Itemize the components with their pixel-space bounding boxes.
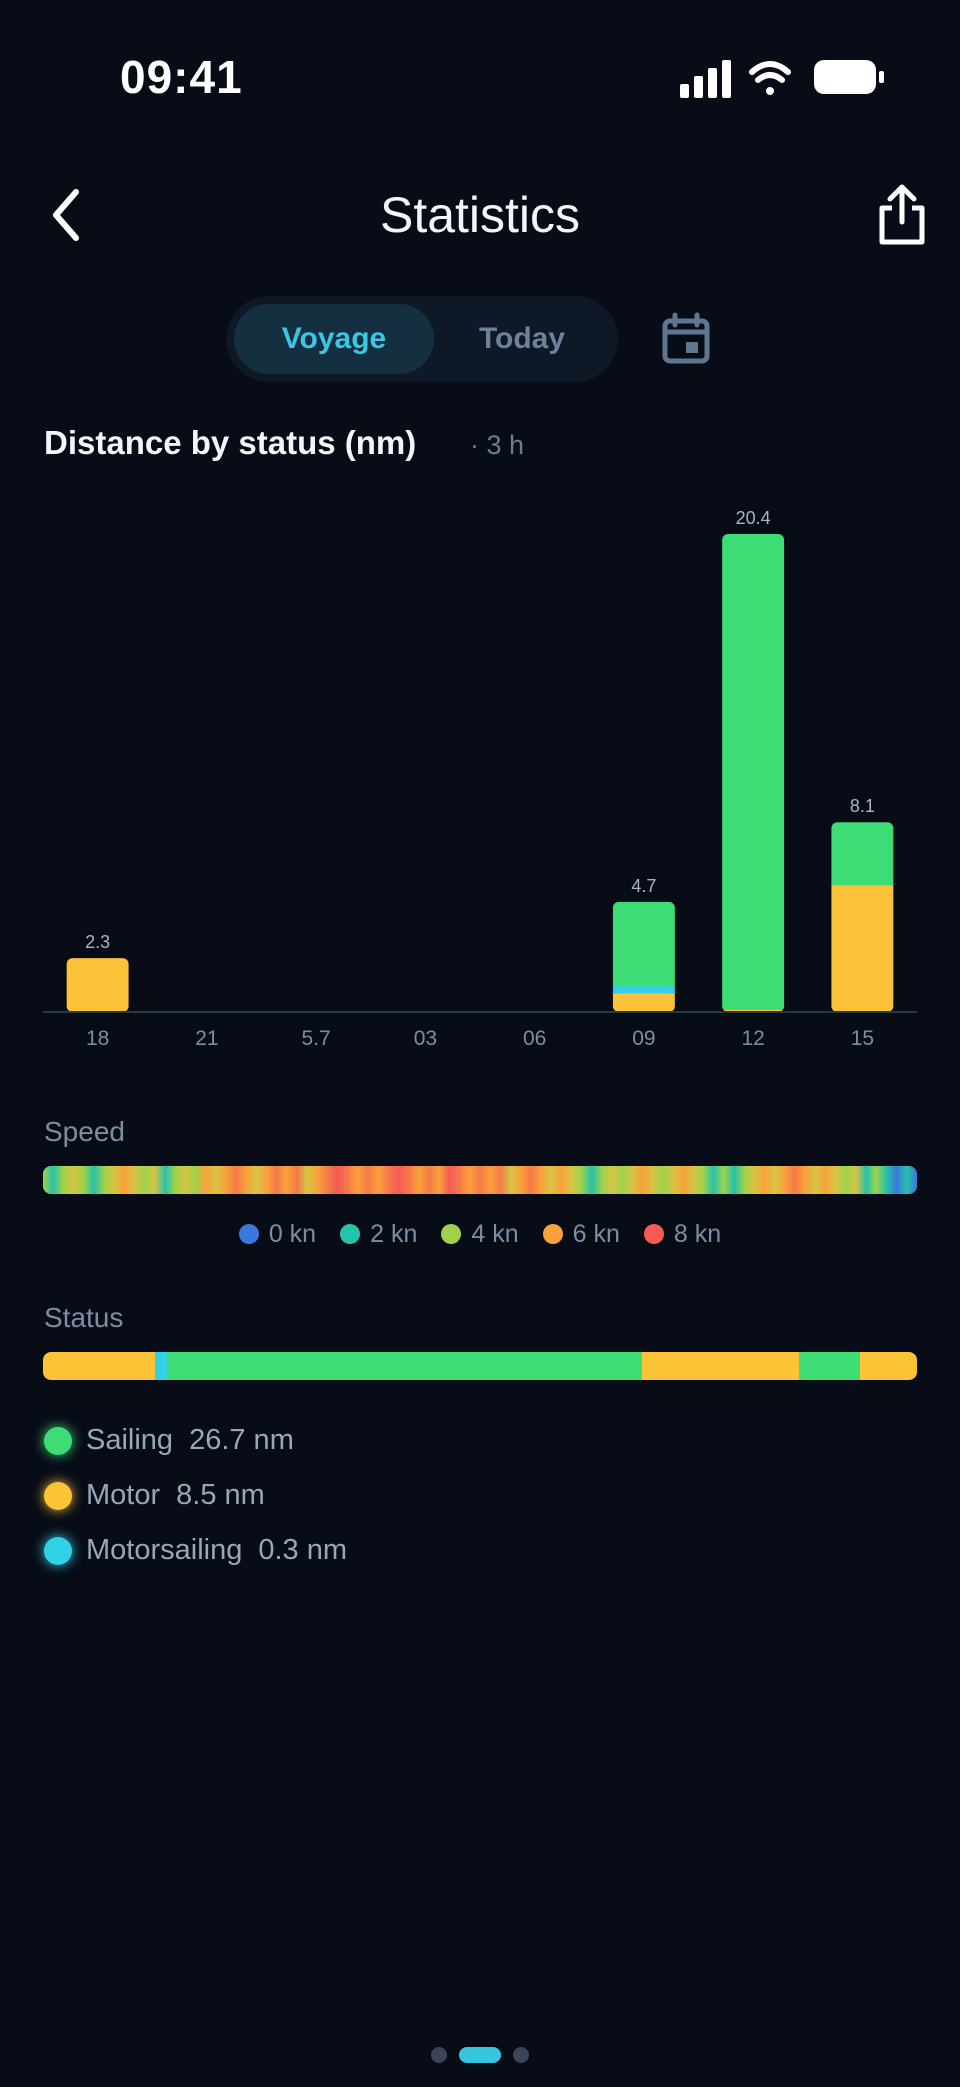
bar-segment-sailing-12 <box>722 534 785 1010</box>
speed-legend-label: 8 kn <box>673 1219 722 1248</box>
speed-legend: 0 kn 2 kn 4 kn 6 kn 8 kn <box>0 1214 960 1254</box>
tab-today[interactable]: Today <box>434 304 610 374</box>
status-name: Motor <box>86 1479 161 1511</box>
status-distance: 26.7 nm <box>189 1424 294 1456</box>
bar-segment-motor-15 <box>831 885 894 1012</box>
page-indicator <box>0 2046 960 2064</box>
status-dot <box>44 1426 72 1455</box>
x-tick-label: 09 <box>632 1027 655 1050</box>
speed-gradient-bar <box>43 1166 917 1194</box>
bar-segment-motorsailing-09 <box>612 986 675 994</box>
status-segment-sailing <box>798 1352 861 1380</box>
status-segment-motor <box>43 1352 155 1380</box>
status-section-label: Status <box>44 1302 124 1333</box>
x-tick-label: 15 <box>851 1027 874 1050</box>
speed-legend-label: 2 kn <box>370 1219 418 1248</box>
legend-dot <box>238 1224 259 1244</box>
status-segment-motor <box>641 1352 799 1380</box>
wifi-icon <box>749 61 791 95</box>
speed-legend-label: 0 kn <box>268 1219 317 1248</box>
x-tick-label: 21 <box>195 1027 218 1050</box>
x-tick-label: 5.7 <box>302 1027 331 1050</box>
status-dot <box>44 1481 72 1510</box>
status-segment-sailing <box>167 1352 642 1380</box>
calendar-button[interactable] <box>660 312 712 366</box>
x-tick-label: 18 <box>86 1027 109 1050</box>
page-dot[interactable] <box>459 2047 501 2063</box>
battery-icon <box>814 60 884 94</box>
speed-legend-item: 6 kn <box>542 1214 620 1254</box>
status-item-sailing: Sailing 26.7 nm <box>44 1424 294 1457</box>
legend-dot <box>542 1224 563 1244</box>
bar-value-label: 20.4 <box>736 508 771 528</box>
x-tick-label: 03 <box>414 1027 437 1050</box>
share-button[interactable] <box>872 182 932 250</box>
cellular-signal-icon <box>680 60 731 98</box>
bar-value-label: 2.3 <box>85 932 110 952</box>
legend-dot <box>441 1224 462 1244</box>
tab-voyage[interactable]: Voyage <box>234 304 434 374</box>
status-bar-icons <box>680 60 884 98</box>
share-icon <box>879 184 925 245</box>
status-item-motor: Motor 8.5 nm <box>44 1479 265 1512</box>
period-segmented-control: Voyage Today <box>226 296 618 382</box>
bar-segment-sailing-15 <box>831 822 894 886</box>
distance-bar-chart: 2.3 18 21 5.7 03 06 4.7 09 20.4 12 8.1 15 <box>43 508 917 1050</box>
speed-section-label: Speed <box>44 1116 125 1147</box>
speed-legend-item: 4 kn <box>441 1214 519 1254</box>
speed-legend-label: 6 kn <box>572 1219 620 1248</box>
status-distance: 8.5 nm <box>176 1479 265 1511</box>
bar-value-label: 4.7 <box>631 876 656 896</box>
status-bar-time: 09:41 <box>120 51 243 103</box>
chart-title: Distance by status (nm) <box>44 424 417 461</box>
bar-segment-motor-09 <box>612 993 675 1012</box>
status-name: Sailing <box>86 1424 174 1456</box>
status-segment-motor <box>860 1352 917 1380</box>
status-distance: 0.3 nm <box>258 1534 348 1566</box>
x-tick-label: 06 <box>523 1027 546 1050</box>
speed-legend-item: 2 kn <box>340 1214 417 1254</box>
legend-dot <box>340 1224 361 1244</box>
page-title: Statistics <box>379 187 581 243</box>
legend-dot <box>643 1224 664 1244</box>
page-dot[interactable] <box>431 2047 447 2063</box>
speed-legend-label: 4 kn <box>471 1219 519 1248</box>
status-name: Motorsailing <box>86 1534 243 1566</box>
speed-legend-item: 0 kn <box>238 1214 317 1254</box>
calendar-icon <box>662 312 710 364</box>
status-segment-motorsailing <box>154 1352 168 1380</box>
chart-interval-label: · 3 h <box>470 430 525 460</box>
bar-segment-sailing-09 <box>612 901 675 987</box>
bar-value-label: 8.1 <box>850 796 875 816</box>
bar-segment-motor-18 <box>66 958 129 1012</box>
status-timeline-bar <box>43 1352 917 1380</box>
x-tick-label: 12 <box>741 1027 764 1050</box>
page-dot[interactable] <box>513 2047 529 2063</box>
speed-legend-item: 8 kn <box>643 1214 722 1254</box>
status-dot <box>44 1536 72 1565</box>
status-item-motorsailing: Motorsailing 0.3 nm <box>44 1534 347 1567</box>
